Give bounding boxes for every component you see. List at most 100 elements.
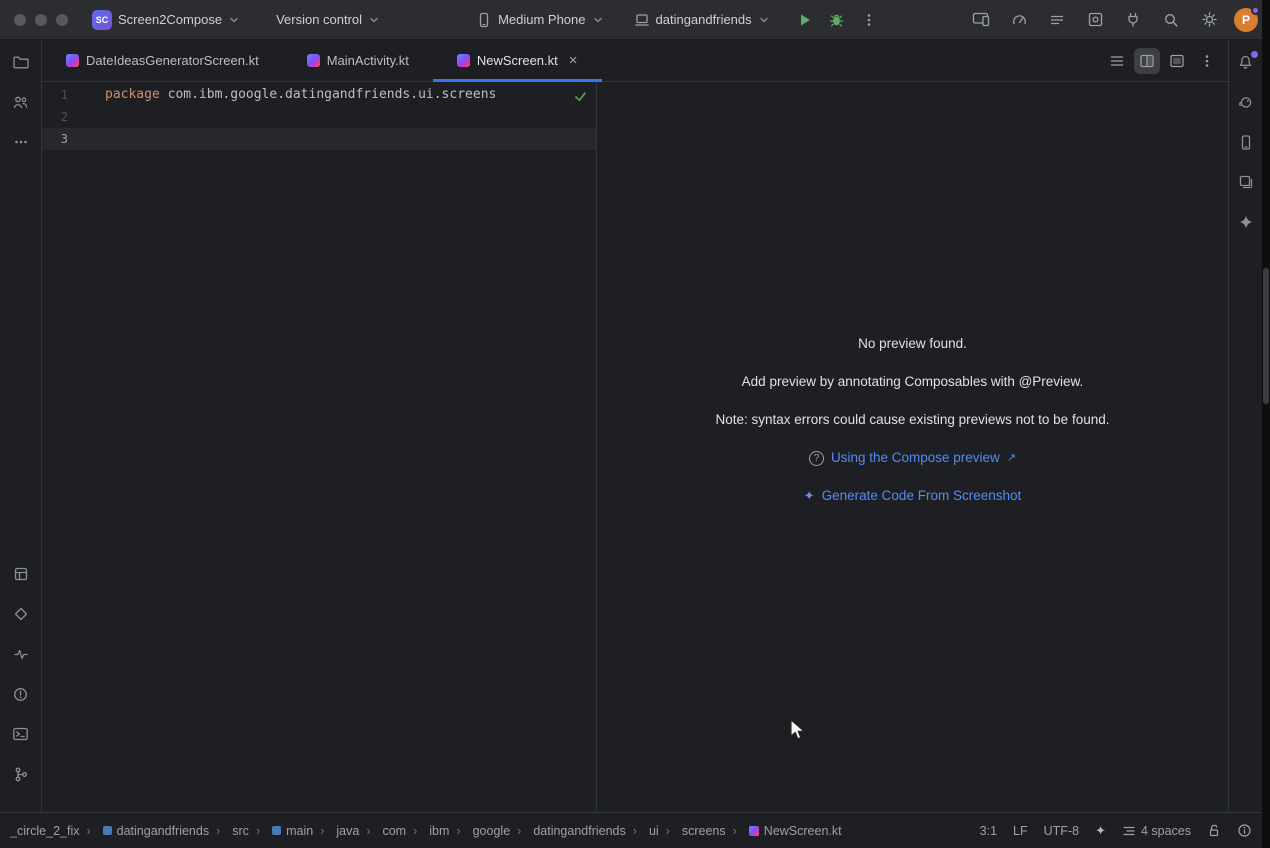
breadcrumb-item[interactable]: ui [626, 824, 659, 838]
editor-options-button[interactable] [1194, 48, 1220, 74]
encoding-widget[interactable]: UTF-8 [1044, 824, 1079, 838]
help-icon: ? [809, 451, 824, 466]
list-lines-icon [1109, 53, 1125, 69]
breadcrumb-label: src [232, 824, 249, 838]
file-lock-widget[interactable] [1207, 823, 1221, 838]
zoom-window-button[interactable] [56, 14, 68, 26]
code-editor[interactable]: 1 package com.ibm.google.datingandfriend… [42, 82, 596, 812]
design-mode-button[interactable] [1164, 48, 1190, 74]
source-root-icon [272, 826, 281, 835]
debug-button[interactable] [824, 7, 850, 33]
line-number: 3 [42, 128, 98, 150]
statusbar: _circle_2_fix datingandfriends src main … [0, 812, 1262, 848]
plug-icon [1125, 11, 1141, 28]
tab-mainactivity[interactable]: MainActivity.kt [283, 40, 433, 81]
settings-button[interactable] [1196, 7, 1222, 33]
device-selector[interactable]: Medium Phone [476, 12, 603, 28]
minimize-window-button[interactable] [35, 14, 47, 26]
generate-code-link[interactable]: Generate Code From Screenshot [822, 488, 1022, 504]
run-play-icon [797, 12, 813, 28]
ai-status-icon[interactable]: ✦ [1095, 823, 1106, 839]
info-widget[interactable] [1237, 823, 1252, 838]
profiler-gauge-icon [1011, 11, 1028, 28]
module-icon [634, 12, 650, 28]
kotlin-file-icon [749, 826, 759, 836]
tab-newscreen[interactable]: NewScreen.kt × [433, 40, 602, 81]
breadcrumb-label: java [336, 824, 359, 838]
cursor-position-widget[interactable]: 3:1 [980, 824, 997, 838]
run-button[interactable] [792, 7, 818, 33]
indent-label: 4 spaces [1141, 824, 1191, 838]
breadcrumb-item[interactable]: google [449, 824, 510, 838]
more-tool-windows-button[interactable] [7, 128, 35, 156]
ui-tools-button[interactable] [7, 560, 35, 588]
close-tab-icon[interactable]: × [569, 53, 578, 68]
code-line[interactable]: 2 [42, 106, 596, 128]
run-configuration-selector[interactable]: datingandfriends [634, 12, 770, 28]
code-line-current[interactable]: 3 [42, 128, 596, 150]
scrollbar-thumb[interactable] [1263, 268, 1269, 404]
gemini-button[interactable] [1232, 208, 1260, 236]
preview-message-note: Note: syntax errors could cause existing… [597, 412, 1228, 428]
code-line[interactable]: 1 package com.ibm.google.datingandfriend… [42, 84, 596, 106]
app-insights-button[interactable] [7, 640, 35, 668]
breadcrumb-item[interactable]: NewScreen.kt [726, 824, 842, 838]
more-run-options-button[interactable] [856, 7, 882, 33]
code-mode-button[interactable] [1104, 48, 1130, 74]
user-avatar[interactable]: P [1234, 8, 1258, 32]
terminal-icon [12, 726, 29, 742]
right-tool-strip [1228, 40, 1262, 812]
info-circle-icon [1237, 823, 1252, 838]
breadcrumb-item[interactable]: datingandfriends [79, 824, 209, 838]
project-logo: SC [92, 10, 112, 30]
plugins-button[interactable] [1120, 7, 1146, 33]
notifications-button[interactable] [1232, 48, 1260, 76]
tab-label: NewScreen.kt [477, 53, 558, 68]
indent-widget[interactable]: 4 spaces [1122, 824, 1191, 838]
line-separator-widget[interactable]: LF [1013, 824, 1028, 838]
indent-icon [1122, 824, 1136, 838]
running-devices-button[interactable] [968, 7, 994, 33]
kotlin-file-icon [66, 54, 79, 67]
layout-inspector-button[interactable] [1082, 7, 1108, 33]
project-tool-button[interactable] [7, 48, 35, 76]
inspection-ok-icon[interactable] [573, 89, 588, 104]
build-menu-button[interactable] [1044, 7, 1070, 33]
search-everywhere-button[interactable] [1158, 7, 1184, 33]
breadcrumb-item[interactable]: datingandfriends [510, 824, 626, 838]
breadcrumb-item[interactable]: main [249, 824, 313, 838]
breadcrumb-item[interactable]: src [209, 824, 249, 838]
phone-icon [476, 12, 492, 28]
problems-button[interactable] [7, 680, 35, 708]
question-circle-icon [12, 686, 29, 703]
project-widget[interactable]: SC Screen2Compose [92, 10, 240, 30]
preview-messages: No preview found. Add preview by annotat… [597, 336, 1228, 526]
split-mode-button[interactable] [1134, 48, 1160, 74]
window-controls [0, 14, 68, 26]
version-control-widget[interactable]: Version control [276, 12, 380, 27]
breadcrumb-label: google [473, 824, 511, 838]
window-edge-scrollbar[interactable] [1262, 0, 1270, 848]
breadcrumb-item[interactable]: ibm [406, 824, 449, 838]
android-studio-window: SC Screen2Compose Version control Medium… [0, 0, 1270, 848]
external-link-icon: ↗ [1007, 450, 1016, 466]
breadcrumb-item[interactable]: _circle_2_fix [10, 824, 79, 838]
version-control-tool-button[interactable] [7, 760, 35, 788]
assets-button[interactable] [7, 600, 35, 628]
close-window-button[interactable] [14, 14, 26, 26]
breadcrumb-item[interactable]: java [313, 824, 359, 838]
gradle-button[interactable] [1232, 88, 1260, 116]
resource-manager-tool-button[interactable] [7, 88, 35, 116]
breadcrumb-label: datingandfriends [117, 824, 209, 838]
breadcrumb: _circle_2_fix datingandfriends src main … [10, 824, 842, 838]
breadcrumb-item[interactable]: com [359, 824, 406, 838]
device-explorer-button[interactable] [1232, 168, 1260, 196]
compose-preview-help-link[interactable]: Using the Compose preview [831, 450, 1000, 466]
profiler-button[interactable] [1006, 7, 1032, 33]
gradle-icon [1237, 94, 1254, 111]
device-manager-button[interactable] [1232, 128, 1260, 156]
breadcrumb-item[interactable]: screens [659, 824, 726, 838]
terminal-button[interactable] [7, 720, 35, 748]
diamond-icon [13, 606, 29, 622]
tab-dateideasgeneratorscreen[interactable]: DateIdeasGeneratorScreen.kt [42, 40, 283, 81]
